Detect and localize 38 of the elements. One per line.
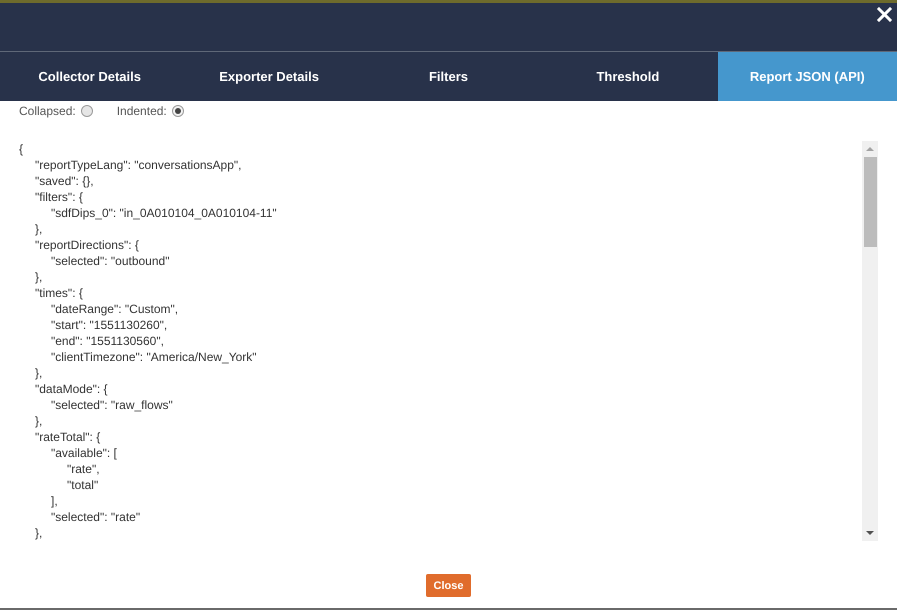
- code-line: },: [35, 270, 42, 284]
- code-line: "sdfDips_0": "in_0A010104_0A010104-11": [51, 206, 277, 220]
- code-line: "total": [67, 478, 98, 492]
- scroll-thumb[interactable]: [864, 157, 876, 247]
- code-line: "selected": "rate": [51, 510, 140, 524]
- radio-button[interactable]: [172, 104, 184, 116]
- code-line: "dataMode": {: [35, 382, 108, 396]
- tab[interactable]: Filters: [358, 52, 538, 101]
- code-line: {: [19, 142, 24, 156]
- radio-button[interactable]: [80, 104, 93, 116]
- tab[interactable]: Collector Details: [0, 52, 180, 101]
- code-line: "dateRange": "Custom",: [51, 302, 178, 316]
- scroll-down-icon[interactable]: [866, 531, 874, 535]
- code-line: },: [35, 526, 42, 540]
- code-line: "reportDirections": {: [35, 238, 139, 252]
- code-line: "saved": {},: [35, 174, 94, 188]
- code-line: ],: [51, 494, 58, 508]
- code-line: "filters": {: [35, 190, 83, 204]
- tab[interactable]: Threshold: [538, 52, 718, 101]
- code-line: },: [35, 414, 42, 428]
- code-line: "rateTotal": {: [35, 430, 100, 444]
- code-line: "available": [: [51, 446, 117, 460]
- scrollbar-track[interactable]: [862, 141, 878, 541]
- code-line: "clientTimezone": "America/New_York": [51, 350, 257, 364]
- code-line: },: [35, 222, 42, 236]
- option-label: Indented:: [116, 104, 167, 118]
- tab[interactable]: Exporter Details: [179, 52, 359, 101]
- scroll-up-icon[interactable]: [866, 147, 874, 151]
- code-line: "times": {: [35, 286, 83, 300]
- code-line: "end": "1551130560",: [51, 334, 164, 348]
- close-icon[interactable]: [877, 7, 892, 22]
- code-line: "selected": "outbound": [51, 254, 170, 268]
- code-line: },: [35, 366, 42, 380]
- code-line: "rate",: [67, 462, 100, 476]
- option-label: Collapsed:: [19, 104, 76, 118]
- code-line: "start": "1551130260",: [51, 318, 168, 332]
- code-line: "selected": "raw_flows": [51, 398, 173, 412]
- code-line: "reportTypeLang": "conversationsApp",: [35, 158, 242, 172]
